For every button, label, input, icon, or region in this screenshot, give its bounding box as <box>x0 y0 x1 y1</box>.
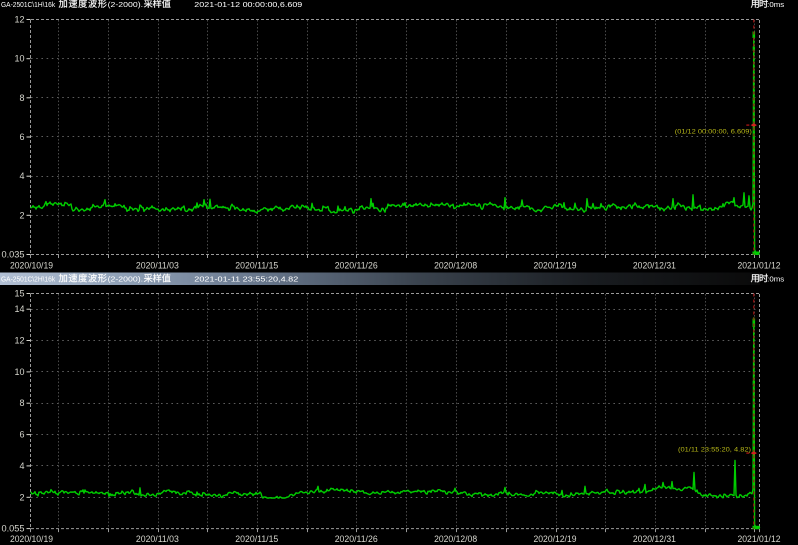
svg-text::0ms: :0ms <box>767 275 784 284</box>
svg-text:0.035: 0.035 <box>2 250 25 260</box>
svg-text:2020/12/19: 2020/12/19 <box>534 534 577 544</box>
svg-text:(01/12 00:00:00, 6.609): (01/12 00:00:00, 6.609) <box>675 128 752 135</box>
svg-text:(2-2000).: (2-2000). <box>108 275 144 284</box>
svg-text:2020/12/31: 2020/12/31 <box>633 534 676 544</box>
svg-text:12: 12 <box>14 15 24 25</box>
svg-text:2020/11/03: 2020/11/03 <box>136 534 179 544</box>
svg-text:10: 10 <box>14 54 24 64</box>
svg-text:8: 8 <box>19 93 24 103</box>
svg-text:2020/11/03: 2020/11/03 <box>136 261 179 271</box>
svg-text:2020/11/26: 2020/11/26 <box>335 534 378 544</box>
svg-text:6: 6 <box>19 430 24 440</box>
svg-text:GA-2501C\1H\16k: GA-2501C\1H\16k <box>1 0 57 9</box>
svg-text:2021/01/12: 2021/01/12 <box>738 534 781 544</box>
svg-text:(01/11 23:55:20, 4.82): (01/11 23:55:20, 4.82) <box>678 447 751 454</box>
svg-text:2020/11/15: 2020/11/15 <box>235 534 278 544</box>
svg-text:4: 4 <box>19 461 24 471</box>
svg-text:2020/12/08: 2020/12/08 <box>434 261 477 271</box>
svg-text:8: 8 <box>19 398 24 408</box>
svg-text:(2-2000).: (2-2000). <box>108 0 144 9</box>
svg-text:6: 6 <box>19 132 24 142</box>
svg-text:GA-2501C\2H\16k: GA-2501C\2H\16k <box>1 275 57 284</box>
svg-text:2020/10/19: 2020/10/19 <box>10 534 53 544</box>
svg-text:2021-01-12 00:00:00,6.609: 2021-01-12 00:00:00,6.609 <box>194 0 302 9</box>
svg-text:2021/01/12: 2021/01/12 <box>738 261 781 271</box>
svg-text:14: 14 <box>14 304 24 314</box>
svg-text:2020/12/19: 2020/12/19 <box>534 261 577 271</box>
svg-text:2: 2 <box>19 210 24 220</box>
svg-text:4: 4 <box>19 171 24 181</box>
svg-text:10: 10 <box>14 367 24 377</box>
svg-text::0ms: :0ms <box>767 0 784 9</box>
svg-text:2020/10/19: 2020/10/19 <box>10 261 53 271</box>
svg-text:2021-01-11 23:55:20,4.82: 2021-01-11 23:55:20,4.82 <box>194 275 298 284</box>
svg-text:0.055: 0.055 <box>2 524 25 534</box>
svg-text:2020/12/31: 2020/12/31 <box>633 261 676 271</box>
svg-text:15: 15 <box>14 289 24 299</box>
svg-text:12: 12 <box>14 336 24 346</box>
svg-text:2020/11/26: 2020/11/26 <box>335 261 378 271</box>
svg-text:2: 2 <box>19 492 24 502</box>
svg-text:2020/12/08: 2020/12/08 <box>434 534 477 544</box>
svg-text:2020/11/15: 2020/11/15 <box>235 261 278 271</box>
